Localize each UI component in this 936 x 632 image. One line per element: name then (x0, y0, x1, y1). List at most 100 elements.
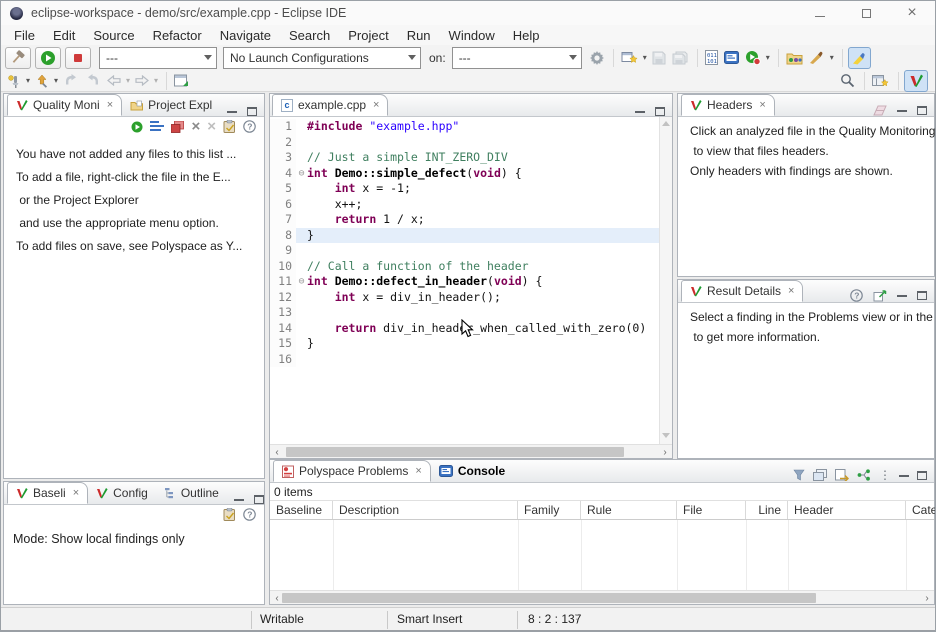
minimize-view-icon[interactable] (635, 110, 645, 113)
clipboard-report-icon[interactable] (223, 120, 236, 133)
minimize-view-icon[interactable] (897, 109, 907, 112)
minimize-window-button[interactable] (797, 1, 843, 25)
eraser-icon[interactable] (873, 105, 887, 116)
menu-item[interactable]: Refactor (144, 28, 211, 43)
view-menu-icon[interactable]: ⋮ (879, 468, 891, 482)
minimize-view-icon[interactable] (897, 294, 907, 297)
close-tab-icon[interactable]: × (73, 487, 79, 499)
open-editor-window-button[interactable] (172, 71, 191, 91)
back-history-button[interactable] (61, 71, 81, 91)
column-header-line[interactable]: Line (746, 501, 788, 519)
chevron-down-icon[interactable]: ▾ (643, 53, 647, 62)
maximize-view-icon[interactable] (917, 106, 927, 115)
annotate-button[interactable] (807, 48, 827, 68)
minimize-view-icon[interactable] (227, 110, 237, 113)
problems-horizontal-scrollbar[interactable]: ‹ › (270, 590, 934, 604)
delete-icon[interactable]: × (191, 119, 200, 134)
tab-example-cpp[interactable]: c example.cpp × (272, 94, 388, 116)
pin-editor-button[interactable] (5, 71, 23, 91)
scroll-down-icon[interactable] (662, 433, 670, 438)
maximize-window-button[interactable] (843, 1, 889, 25)
menu-item[interactable]: Navigate (211, 28, 280, 43)
copy-views-icon[interactable] (813, 469, 827, 481)
build-config-combo[interactable]: --- (99, 47, 217, 69)
tab-configuration[interactable]: Config (88, 482, 156, 504)
remove-all-icon[interactable] (171, 121, 184, 133)
code-line-12[interactable]: 12 int x = div_in_header(); (270, 290, 672, 306)
close-tab-icon[interactable]: × (373, 99, 379, 111)
scroll-left-icon[interactable]: ‹ (270, 445, 284, 459)
help-icon[interactable]: ? (243, 120, 256, 133)
problems-body[interactable] (270, 520, 934, 590)
scrollbar-thumb[interactable] (286, 447, 624, 457)
maximize-view-icon[interactable] (655, 107, 665, 116)
maximize-view-icon[interactable] (254, 495, 264, 504)
column-header-baseline[interactable]: Baseline (270, 501, 333, 519)
code-line-11[interactable]: 11⊖int Demo::defect_in_header(void) { (270, 274, 672, 290)
clipboard-report-icon[interactable] (223, 508, 236, 521)
launch-settings-button[interactable] (588, 48, 606, 68)
code-line-6[interactable]: 6 x++; (270, 197, 672, 213)
editor-vertical-scrollbar[interactable] (659, 117, 672, 444)
tab-outline[interactable]: Outline (156, 482, 227, 504)
column-header-family[interactable]: Family (518, 501, 581, 519)
code-line-16[interactable]: 16 (270, 352, 672, 368)
code-line-5[interactable]: 5 int x = -1; (270, 181, 672, 197)
maximize-view-icon[interactable] (917, 471, 927, 480)
code-line-10[interactable]: 10// Call a function of the header (270, 259, 672, 275)
menu-item[interactable]: Window (440, 28, 504, 43)
toggle-highlight-findings-button[interactable] (848, 47, 871, 69)
code-line-3[interactable]: 3// Just a simple INT_ZERO_DIV (270, 150, 672, 166)
maximize-view-icon[interactable] (917, 291, 927, 300)
help-icon[interactable]: ? (850, 289, 863, 302)
launch-config-combo[interactable]: No Launch Configurations (223, 47, 421, 69)
target-combo[interactable]: --- (452, 47, 582, 69)
close-tab-icon[interactable]: × (759, 99, 765, 111)
menu-item[interactable]: Edit (44, 28, 84, 43)
polyspace-perspective-button[interactable] (904, 70, 928, 92)
chevron-down-icon[interactable]: ▾ (126, 76, 130, 85)
save-button[interactable] (650, 48, 668, 68)
build-button[interactable] (5, 47, 31, 69)
export-icon[interactable] (835, 469, 849, 481)
scroll-up-icon[interactable] (662, 121, 670, 126)
code-editor[interactable]: 1#include "example.hpp"23// Just a simpl… (270, 117, 672, 444)
editor-horizontal-scrollbar[interactable]: ‹ › (270, 444, 672, 458)
column-header-description[interactable]: Description (333, 501, 518, 519)
delete-disabled-icon[interactable]: × (207, 119, 216, 134)
menu-item[interactable]: Project (339, 28, 397, 43)
list-icon[interactable] (150, 121, 164, 132)
open-console-button[interactable] (722, 48, 741, 68)
scrollbar-thumb[interactable] (282, 593, 816, 603)
tab-baseline[interactable]: Baseli × (7, 482, 88, 504)
link-to-source-icon[interactable] (873, 290, 887, 302)
menu-item[interactable]: Run (398, 28, 440, 43)
scroll-right-icon[interactable]: › (920, 591, 934, 605)
close-tab-icon[interactable]: × (415, 465, 421, 477)
open-perspective-button[interactable] (870, 71, 891, 91)
menu-item[interactable]: File (5, 28, 44, 43)
tab-polyspace-problems[interactable]: Polyspace Problems × (273, 460, 431, 482)
tab-quality-monitoring[interactable]: Quality Moni × (7, 94, 122, 116)
maximize-view-icon[interactable] (247, 107, 257, 116)
code-line-7[interactable]: 7 return 1 / x; (270, 212, 672, 228)
close-tab-icon[interactable]: × (107, 99, 113, 111)
code-line-4[interactable]: 4⊖int Demo::simple_defect(void) { (270, 166, 672, 182)
fold-collapse-icon[interactable]: ⊖ (296, 166, 307, 182)
back-button[interactable] (105, 71, 123, 91)
close-tab-icon[interactable]: × (788, 285, 794, 297)
column-header-file[interactable]: File (677, 501, 746, 519)
chevron-down-icon[interactable]: ▾ (154, 76, 158, 85)
stop-analysis-button[interactable] (65, 47, 91, 69)
forward-history-button[interactable] (83, 71, 103, 91)
tab-headers[interactable]: Headers × (681, 94, 775, 116)
run-file-analysis-icon[interactable] (131, 121, 143, 133)
binary-results-button[interactable]: 011101 (703, 48, 720, 68)
help-icon[interactable]: ? (243, 508, 256, 521)
tab-result-details[interactable]: Result Details × (681, 280, 803, 302)
menu-item[interactable]: Source (84, 28, 143, 43)
tab-console[interactable]: Console (431, 460, 513, 482)
minimize-view-icon[interactable] (899, 474, 909, 477)
code-line-1[interactable]: 1#include "example.hpp" (270, 119, 672, 135)
chevron-down-icon[interactable]: ▾ (54, 76, 58, 85)
